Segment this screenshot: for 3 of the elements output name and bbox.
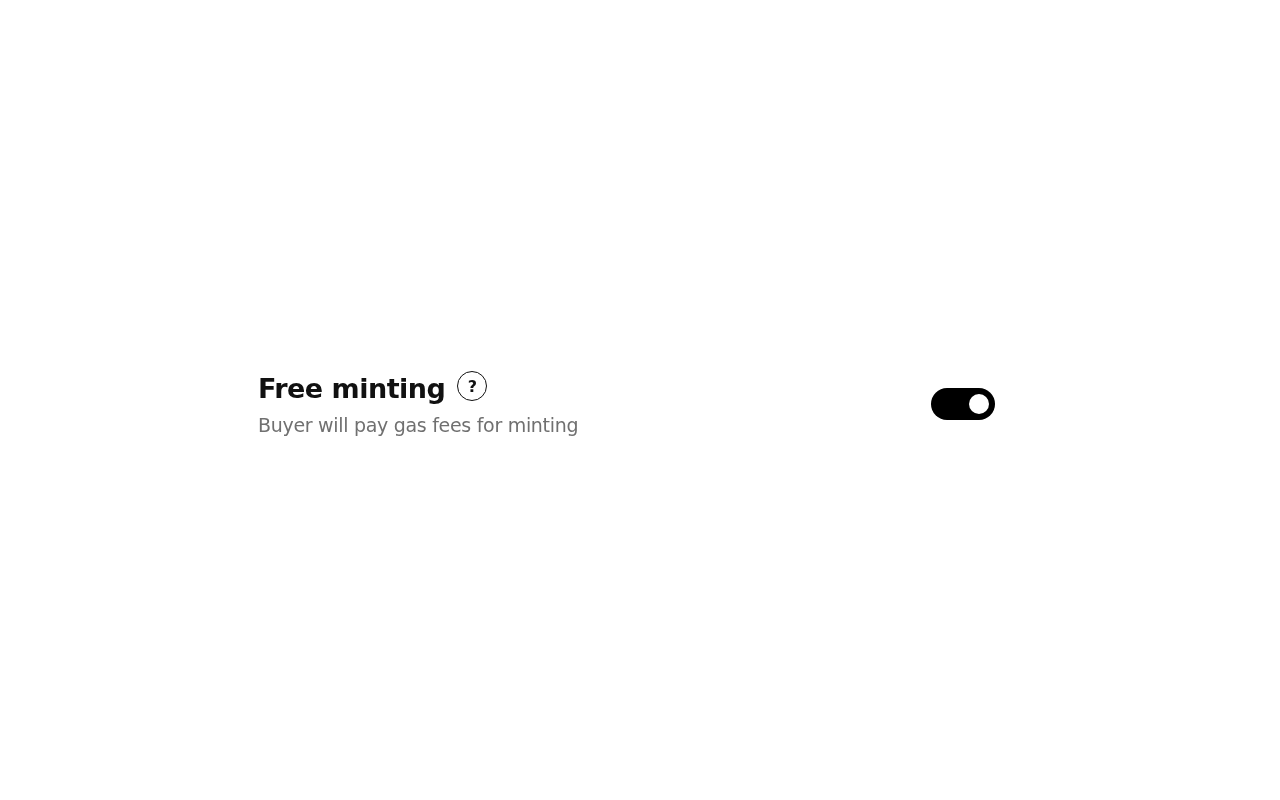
setting-title: Free minting <box>258 372 446 404</box>
setting-description: Buyer will pay gas fees for minting <box>258 413 579 436</box>
toggle-switch[interactable] <box>931 388 995 420</box>
